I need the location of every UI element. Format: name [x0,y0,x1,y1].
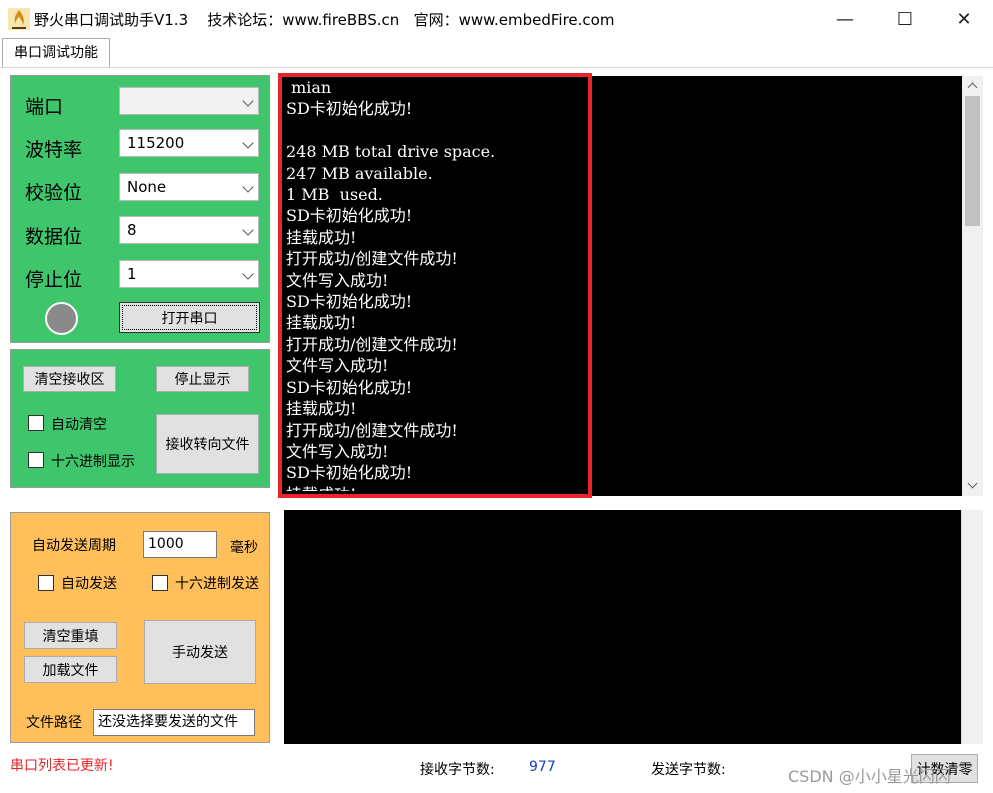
baud-label: 波特率 [25,139,83,161]
scroll-up-icon[interactable] [967,82,978,93]
baud-select[interactable]: 115200 [119,129,259,157]
title-bar: 野火串口调试助手V1.3 技术论坛：www.fireBBS.cn 官网：www.… [0,0,993,38]
manual-send-button[interactable]: 手动发送 [144,620,256,684]
close-icon: ✕ [956,8,972,30]
period-input[interactable]: 1000 [143,531,217,558]
chevron-down-icon [242,137,254,149]
clear-receive-button[interactable]: 清空接收区 [23,366,116,392]
serial-config-panel: 端口 波特率 115200 校验位 None 数据位 8 停止位 1 打开串口 [10,75,270,343]
file-path-label: 文件路径 [26,715,82,731]
close-button[interactable]: ✕ [935,0,993,38]
stopbits-select[interactable]: 1 [119,260,259,288]
minimize-icon: — [836,8,854,30]
auto-send-label: 自动发送 [61,576,117,592]
recv-bytes-value: 977 [529,759,556,775]
parity-label: 校验位 [25,182,83,204]
load-file-button[interactable]: 加载文件 [24,656,117,683]
chevron-down-icon [242,181,254,193]
hex-display-checkbox[interactable] [28,452,44,468]
databits-select[interactable]: 8 [119,216,259,244]
tab-serial-debug[interactable]: 串口调试功能 [2,38,110,68]
maximize-icon: ☐ [896,8,914,30]
recv-bytes-label: 接收字节数: [420,762,495,778]
stopbits-label: 停止位 [25,269,83,291]
send-scrollbar[interactable] [961,510,983,744]
watermark: CSDN @小小星光闪闪 [788,767,951,786]
stop-display-button[interactable]: 停止显示 [156,366,249,392]
auto-clear-checkbox[interactable] [28,415,44,431]
port-select[interactable] [119,87,259,115]
send-area[interactable] [284,510,961,744]
open-port-button[interactable]: 打开串口 [119,302,260,333]
chevron-down-icon [242,268,254,280]
redirect-to-file-button[interactable]: 接收转向文件 [156,414,259,474]
app-flame-icon [8,8,30,30]
port-status-led [45,302,78,335]
clear-refill-button[interactable]: 清空重填 [24,622,117,649]
maximize-button[interactable]: ☐ [876,0,934,38]
receive-scrollbar[interactable] [962,76,983,496]
parity-select[interactable]: None [119,173,259,201]
minimize-button[interactable]: — [816,0,874,38]
scroll-down-icon[interactable] [967,478,978,489]
period-label: 自动发送周期 [32,538,116,554]
port-label: 端口 [25,96,64,118]
period-unit: 毫秒 [230,540,258,556]
highlight-box [278,73,592,498]
send-controls-panel: 自动发送周期 1000 毫秒 自动发送 十六进制发送 清空重填 加载文件 手动发… [10,512,270,743]
hex-send-checkbox[interactable] [152,575,168,591]
scrollbar-thumb[interactable] [965,96,980,226]
hex-send-label: 十六进制发送 [175,576,259,592]
hex-display-label: 十六进制显示 [51,454,135,470]
receive-controls-panel: 清空接收区 停止显示 自动清空 十六进制显示 接收转向文件 [10,349,270,488]
chevron-down-icon [242,95,254,107]
status-message: 串口列表已更新! [10,758,114,774]
chevron-down-icon [242,224,254,236]
window-title: 野火串口调试助手V1.3 技术论坛：www.fireBBS.cn 官网：www.… [34,11,615,29]
file-path-field[interactable]: 还没选择要发送的文件 [93,709,255,736]
databits-label: 数据位 [25,226,83,248]
auto-clear-label: 自动清空 [51,417,107,433]
tab-divider [0,67,993,68]
auto-send-checkbox[interactable] [38,575,54,591]
send-bytes-label: 发送字节数: [651,762,726,778]
